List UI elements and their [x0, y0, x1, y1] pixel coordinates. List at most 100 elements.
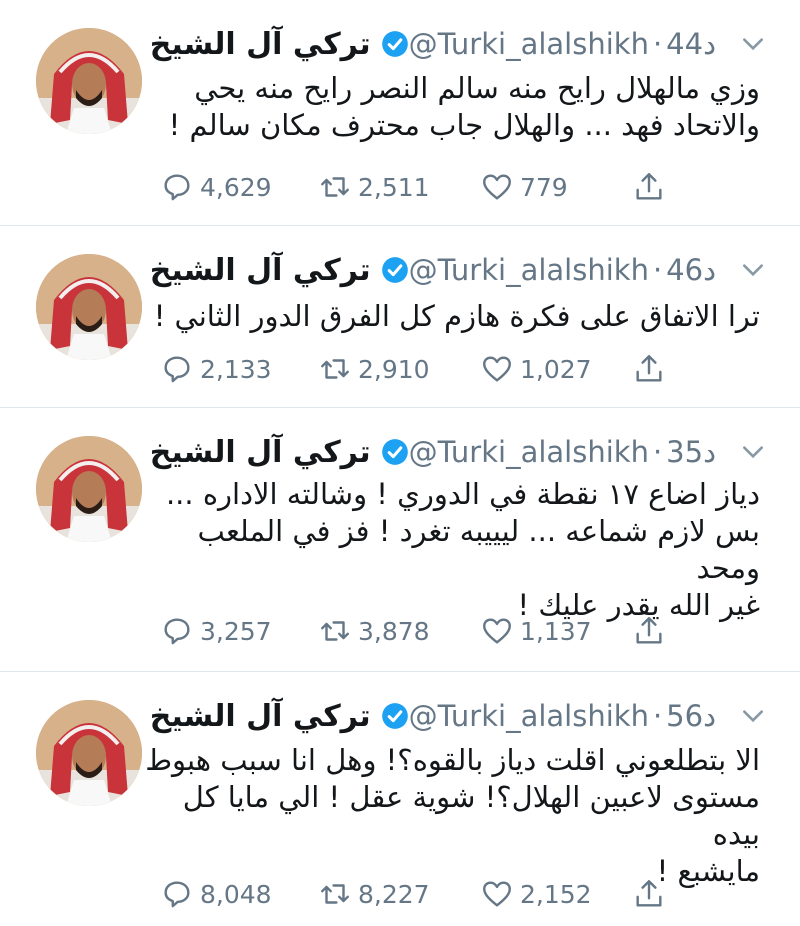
like-count: 1,137 — [520, 616, 592, 646]
heart-icon — [483, 174, 511, 200]
separator-dot: · — [652, 253, 663, 287]
like-count: 779 — [520, 172, 568, 202]
chevron-down-icon[interactable] — [740, 31, 766, 57]
verified-badge-icon — [381, 257, 408, 283]
tweet-time[interactable]: 46 — [666, 253, 703, 287]
chevron-down-icon[interactable] — [740, 439, 766, 465]
retweet-icon — [321, 621, 349, 641]
tweet-time-unit: د — [703, 253, 716, 287]
tweet-time[interactable]: 44 — [666, 27, 703, 61]
like-button[interactable]: 1,137 — [480, 611, 592, 651]
retweet-count: 8,227 — [358, 879, 430, 909]
tweet-actions: 3,257 3,878 1,137 — [160, 611, 720, 651]
tweet[interactable]: د 46 · @Turki_alalshikh تركي آل الشيخ تر… — [0, 226, 800, 408]
verified-badge-icon — [381, 31, 408, 57]
tweet-actions: 8,048 8,227 2,152 — [160, 874, 720, 914]
reply-icon — [164, 356, 190, 383]
share-icon — [636, 880, 662, 907]
tweet-text: ترا الاتفاق على فكرة هازم كل الفرق الدور… — [140, 298, 760, 335]
heart-icon — [483, 881, 511, 907]
separator-dot: · — [652, 27, 663, 61]
heart-icon — [483, 356, 511, 382]
retweet-button[interactable]: 3,878 — [318, 611, 430, 651]
author-name[interactable]: تركي آل الشيخ — [150, 253, 371, 288]
tweet-header: د 35 · @Turki_alalshikh تركي آل الشيخ — [136, 430, 766, 474]
tweet-header: د 44 · @Turki_alalshikh تركي آل الشيخ — [136, 22, 766, 66]
like-count: 2,152 — [520, 879, 592, 909]
reply-count: 2,133 — [200, 354, 272, 384]
like-button[interactable]: 779 — [480, 167, 568, 207]
share-icon — [636, 173, 662, 200]
reply-button[interactable]: 2,133 — [160, 349, 272, 389]
share-button[interactable] — [632, 611, 672, 651]
reply-icon — [164, 618, 190, 645]
tweet-text: دياز اضاع ١٧ نقطة في الدوري ! وشالته الا… — [140, 476, 760, 624]
tweet-line: بس لازم شماعه ... ليييبه تغرد ! فز في ال… — [197, 514, 760, 585]
retweet-count: 2,511 — [358, 172, 430, 202]
tweet-line: الا بتطلعوني اقلت دياز بالقوه؟! وهل انا … — [145, 743, 760, 777]
retweet-count: 2,910 — [358, 354, 430, 384]
like-button[interactable]: 2,152 — [480, 874, 592, 914]
tweet-line: والاتحاد فهد ... والهلال جاب محترف مكان … — [168, 108, 760, 142]
tweet-header: د 46 · @Turki_alalshikh تركي آل الشيخ — [136, 248, 766, 292]
tweet-time-unit: د — [703, 27, 716, 61]
tweet-time[interactable]: 56 — [666, 699, 703, 733]
reply-button[interactable]: 3,257 — [160, 611, 272, 651]
chevron-down-icon[interactable] — [740, 703, 766, 729]
retweet-icon — [321, 359, 349, 379]
avatar[interactable] — [36, 436, 142, 542]
reply-icon — [164, 174, 190, 201]
verified-badge-icon — [381, 439, 408, 465]
retweet-button[interactable]: 2,910 — [318, 349, 430, 389]
share-icon — [636, 617, 662, 644]
tweet[interactable]: د 56 · @Turki_alalshikh تركي آل الشيخ ال… — [0, 672, 800, 926]
heart-icon — [483, 618, 511, 644]
retweet-icon — [321, 177, 349, 197]
avatar[interactable] — [36, 700, 142, 806]
like-count: 1,027 — [520, 354, 592, 384]
avatar[interactable] — [36, 254, 142, 360]
share-button[interactable] — [632, 167, 672, 207]
author-handle[interactable]: @Turki_alalshikh — [409, 699, 649, 733]
tweet-line: ترا الاتفاق على فكرة هازم كل الفرق الدور… — [153, 299, 760, 333]
reply-button[interactable]: 4,629 — [160, 167, 272, 207]
author-name[interactable]: تركي آل الشيخ — [150, 435, 371, 470]
separator-dot: · — [652, 699, 663, 733]
reply-count: 8,048 — [200, 879, 272, 909]
like-button[interactable]: 1,027 — [480, 349, 592, 389]
tweet[interactable]: د 44 · @Turki_alalshikh تركي آل الشيخ وز… — [0, 0, 800, 226]
tweet-time[interactable]: 35 — [666, 435, 703, 469]
retweet-button[interactable]: 2,511 — [318, 167, 430, 207]
author-handle[interactable]: @Turki_alalshikh — [409, 27, 649, 61]
tweet-line: وزي مالهلال رايح منه سالم النصر رايح منه… — [194, 71, 760, 105]
retweet-icon — [321, 884, 349, 904]
reply-count: 4,629 — [200, 172, 272, 202]
share-icon — [636, 355, 662, 382]
tweet-header: د 56 · @Turki_alalshikh تركي آل الشيخ — [136, 694, 766, 738]
tweet-text: وزي مالهلال رايح منه سالم النصر رايح منه… — [140, 70, 760, 144]
tweet-actions: 2,133 2,910 1,027 — [160, 349, 720, 389]
retweet-button[interactable]: 8,227 — [318, 874, 430, 914]
retweet-count: 3,878 — [358, 616, 430, 646]
share-button[interactable] — [632, 874, 672, 914]
reply-icon — [164, 881, 190, 908]
tweet-line: مستوى لاعبين الهلال؟! شوية عقل ! الي ماي… — [182, 780, 760, 851]
tweet-time-unit: د — [703, 435, 716, 469]
tweet-actions: 4,629 2,511 779 — [160, 167, 720, 207]
tweet-line: دياز اضاع ١٧ نقطة في الدوري ! وشالته الا… — [165, 477, 760, 511]
reply-count: 3,257 — [200, 616, 272, 646]
tweet-text: الا بتطلعوني اقلت دياز بالقوه؟! وهل انا … — [140, 742, 760, 890]
author-name[interactable]: تركي آل الشيخ — [150, 27, 371, 62]
tweet-time-unit: د — [703, 699, 716, 733]
reply-button[interactable]: 8,048 — [160, 874, 272, 914]
author-name[interactable]: تركي آل الشيخ — [150, 699, 371, 734]
share-button[interactable] — [632, 349, 672, 389]
author-handle[interactable]: @Turki_alalshikh — [409, 253, 649, 287]
separator-dot: · — [652, 435, 663, 469]
tweet-feed: د 44 · @Turki_alalshikh تركي آل الشيخ وز… — [0, 0, 800, 926]
author-handle[interactable]: @Turki_alalshikh — [409, 435, 649, 469]
avatar[interactable] — [36, 28, 142, 134]
verified-badge-icon — [381, 703, 408, 729]
chevron-down-icon[interactable] — [740, 257, 766, 283]
tweet[interactable]: د 35 · @Turki_alalshikh تركي آل الشيخ دي… — [0, 408, 800, 672]
